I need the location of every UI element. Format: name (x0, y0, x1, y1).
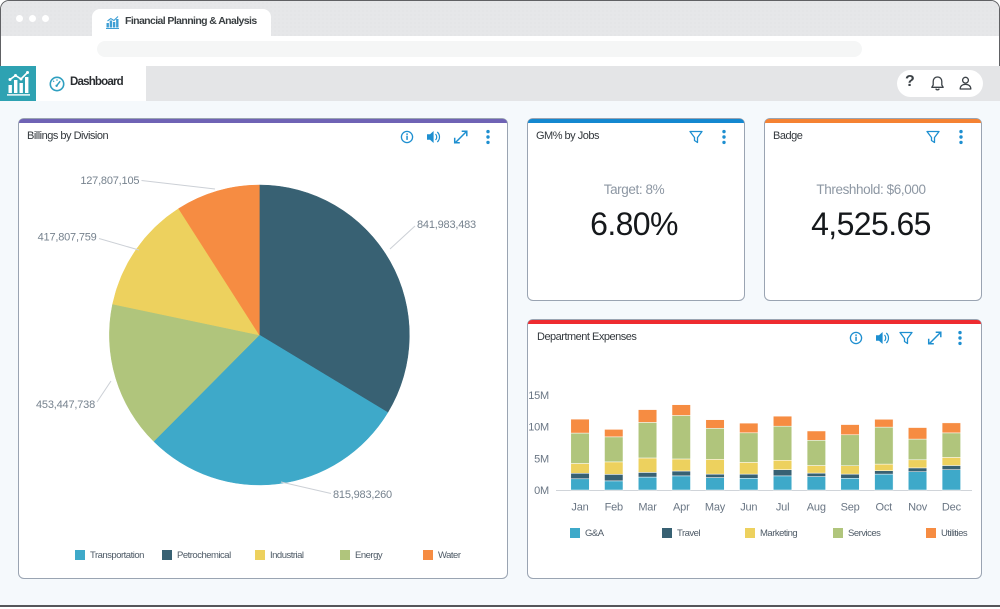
svg-text:May: May (705, 502, 726, 514)
svg-text:Nov: Nov (908, 502, 928, 514)
svg-text:453,447,738: 453,447,738 (36, 399, 95, 411)
svg-text:Mar: Mar (638, 502, 657, 514)
svg-text:Dec: Dec (942, 502, 962, 514)
svg-text:Oct: Oct (876, 502, 893, 514)
svg-text:0M: 0M (534, 485, 549, 497)
svg-text:5M: 5M (534, 453, 549, 465)
svg-text:Apr: Apr (673, 502, 690, 514)
svg-text:417,807,759: 417,807,759 (38, 232, 97, 244)
svg-text:Sep: Sep (841, 502, 860, 514)
svg-text:Jun: Jun (740, 502, 757, 514)
svg-text:Jan: Jan (571, 502, 588, 514)
svg-text:10M: 10M (528, 422, 549, 434)
svg-text:127,807,105: 127,807,105 (80, 175, 139, 187)
svg-text:Aug: Aug (807, 502, 826, 514)
svg-text:841,983,483: 841,983,483 (417, 219, 476, 231)
svg-text:Jul: Jul (776, 502, 789, 514)
svg-text:815,983,260: 815,983,260 (333, 489, 392, 501)
svg-text:15M: 15M (528, 390, 549, 402)
svg-text:Feb: Feb (605, 502, 623, 514)
